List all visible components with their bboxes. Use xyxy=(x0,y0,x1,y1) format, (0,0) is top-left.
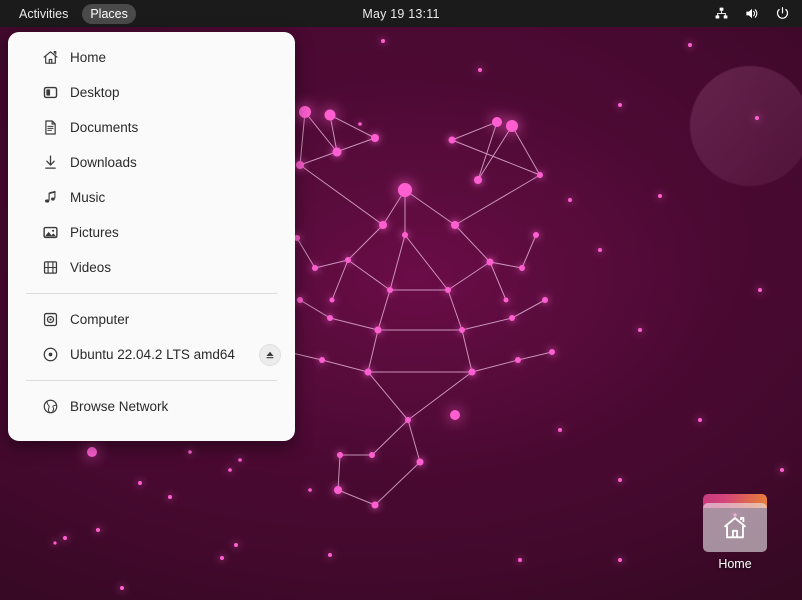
network-wired-icon[interactable] xyxy=(714,6,729,21)
clock[interactable]: May 19 13:11 xyxy=(301,7,501,21)
house-glyph-icon xyxy=(720,514,750,542)
music-icon xyxy=(41,189,59,207)
desktop-icon xyxy=(41,84,59,102)
home-icon xyxy=(41,49,59,67)
top-bar: Activities Places May 19 13:11 xyxy=(0,0,802,27)
activities-button[interactable]: Activities xyxy=(11,4,76,24)
network-globe-icon xyxy=(41,398,59,416)
places-menu-panel[interactable]: Home Desktop Documents xyxy=(8,32,295,441)
videos-icon xyxy=(41,259,59,277)
downloads-icon xyxy=(41,154,59,172)
menu-item-desktop[interactable]: Desktop xyxy=(8,75,295,110)
menu-item-label: Home xyxy=(70,50,106,66)
menu-item-label: Pictures xyxy=(70,225,119,241)
menu-item-pictures[interactable]: Pictures xyxy=(8,215,295,250)
menu-item-ubuntu-volume[interactable]: Ubuntu 22.04.2 LTS amd64 xyxy=(8,337,295,372)
places-button[interactable]: Places xyxy=(82,4,136,24)
computer-icon xyxy=(41,311,59,329)
menu-item-label: Computer xyxy=(70,312,129,328)
menu-item-browse-network[interactable]: Browse Network xyxy=(8,389,295,424)
menu-separator-1 xyxy=(26,293,277,294)
menu-item-home[interactable]: Home xyxy=(8,40,295,75)
menu-separator-2 xyxy=(26,380,277,381)
top-bar-left: Activities Places xyxy=(0,4,136,24)
menu-item-computer[interactable]: Computer xyxy=(8,302,295,337)
folder-body xyxy=(703,503,767,552)
volume-icon[interactable] xyxy=(744,6,760,21)
menu-item-label: Desktop xyxy=(70,85,120,101)
menu-item-music[interactable]: Music xyxy=(8,180,295,215)
eject-button[interactable] xyxy=(259,344,281,366)
optical-disc-icon xyxy=(41,346,59,364)
menu-item-downloads[interactable]: Downloads xyxy=(8,145,295,180)
menu-item-videos[interactable]: Videos xyxy=(8,250,295,285)
menu-item-label: Browse Network xyxy=(70,399,168,415)
menu-item-label: Documents xyxy=(70,120,138,136)
system-tray[interactable] xyxy=(714,0,790,27)
documents-icon xyxy=(41,119,59,137)
folder-home-icon xyxy=(703,494,767,552)
pictures-icon xyxy=(41,224,59,242)
menu-item-label: Ubuntu 22.04.2 LTS amd64 xyxy=(70,347,235,363)
desktop-icon-home[interactable]: Home xyxy=(693,494,777,578)
desktop-icon-label: Home xyxy=(718,557,751,571)
menu-item-label: Music xyxy=(70,190,105,206)
menu-item-label: Videos xyxy=(70,260,111,276)
menu-item-documents[interactable]: Documents xyxy=(8,110,295,145)
power-icon[interactable] xyxy=(775,6,790,21)
menu-item-label: Downloads xyxy=(70,155,137,171)
